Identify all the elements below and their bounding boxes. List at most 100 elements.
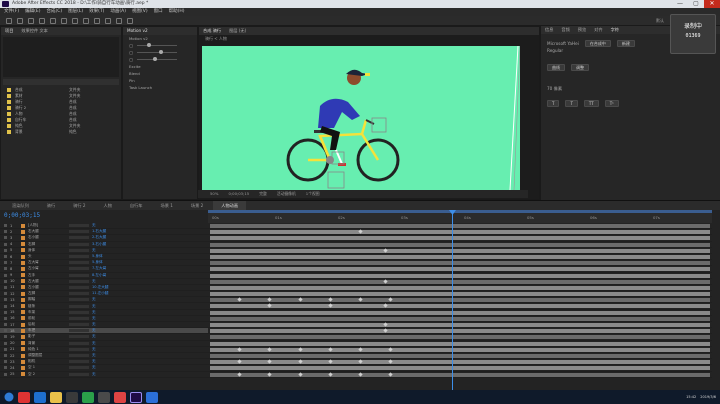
project-search-input[interactable] — [3, 79, 119, 85]
layer-switches[interactable] — [69, 329, 89, 333]
visibility-eye-icon[interactable] — [4, 267, 7, 271]
layer-switches[interactable] — [69, 335, 89, 339]
visibility-eye-icon[interactable] — [4, 242, 7, 246]
layer-label-swatch[interactable] — [21, 285, 25, 290]
fx-slider-3[interactable]: ◯ — [123, 56, 197, 63]
visibility-eye-icon[interactable] — [4, 335, 7, 339]
layer-parent-dropdown[interactable]: 8.左小臂 — [92, 273, 116, 278]
layer-duration-bar[interactable] — [210, 347, 710, 352]
fx-row-task-launch[interactable]: Task Launch — [123, 84, 197, 91]
timeline-tab[interactable]: 骑行 2 — [65, 201, 93, 210]
layer-duration-bar[interactable] — [210, 366, 710, 371]
layer-duration-bar[interactable] — [210, 273, 710, 278]
layer-name[interactable]: 空 2 — [28, 372, 66, 377]
layer-label-swatch[interactable] — [21, 229, 25, 234]
layer-parent-dropdown[interactable]: 无 — [92, 279, 116, 284]
layer-name[interactable]: 链条 — [28, 304, 66, 309]
layer-name[interactable]: 左小腿 — [28, 285, 66, 290]
layer-label-swatch[interactable] — [21, 341, 25, 346]
layer-switches[interactable] — [69, 224, 89, 228]
visibility-eye-icon[interactable] — [4, 341, 7, 345]
fx-row-excite[interactable]: Excite — [123, 63, 197, 70]
layer-parent-dropdown[interactable]: 无 — [92, 223, 116, 228]
zoom-dropdown[interactable]: 50% — [210, 190, 218, 198]
layer-switches[interactable] — [69, 354, 89, 358]
layer-name[interactable]: 左大臂 — [28, 260, 66, 265]
photoshop-icon[interactable] — [146, 391, 158, 403]
layer-switches[interactable] — [69, 360, 89, 364]
bold-button[interactable]: T — [547, 100, 560, 107]
tab-audio[interactable]: 音频 — [561, 26, 569, 34]
layer-name[interactable]: 左脚 — [28, 291, 66, 296]
layer-label-swatch[interactable] — [21, 316, 25, 321]
layer-duration-bar[interactable] — [210, 316, 710, 321]
layer-label-swatch[interactable] — [21, 297, 25, 302]
tab-align[interactable]: 对齐 — [594, 26, 602, 34]
layer-label-swatch[interactable] — [21, 291, 25, 296]
layer-label-swatch[interactable] — [21, 279, 25, 284]
fx-row-blend[interactable]: Blend — [123, 70, 197, 77]
layer-switches[interactable] — [69, 372, 89, 376]
comp-breadcrumb[interactable]: 骑行 < 人物 — [199, 35, 539, 43]
layer-duration-bar[interactable] — [210, 279, 710, 284]
layer-switches[interactable] — [69, 366, 89, 370]
layer-duration-bar[interactable] — [210, 353, 710, 358]
layer-parent-dropdown[interactable]: 无 — [92, 304, 116, 309]
shape-tool-icon[interactable] — [83, 17, 89, 24]
tray-date[interactable]: 2019/3/6 — [700, 395, 716, 399]
layer-label-swatch[interactable] — [21, 248, 25, 253]
layer-duration-bar[interactable] — [210, 372, 710, 377]
in-comp-button[interactable]: 在合成中 — [584, 40, 611, 47]
media-icon[interactable] — [66, 391, 78, 403]
views-dropdown[interactable]: 1个视图 — [306, 190, 320, 198]
layer-label-swatch[interactable] — [21, 260, 25, 265]
tab-character[interactable]: 字符 — [611, 26, 619, 34]
layer-duration-bar[interactable] — [210, 224, 710, 228]
layer-switches[interactable] — [69, 304, 89, 308]
fx-row-pin[interactable]: Pin — [123, 77, 197, 84]
visibility-eye-icon[interactable] — [4, 304, 7, 308]
layer-name[interactable]: 左小臂 — [28, 266, 66, 271]
visibility-eye-icon[interactable] — [4, 366, 7, 370]
menu-view[interactable]: 视图(V) — [132, 8, 148, 16]
layer-switches[interactable] — [69, 347, 89, 351]
layer-switches[interactable] — [69, 298, 89, 302]
visibility-eye-icon[interactable] — [4, 354, 7, 358]
layer-switches[interactable] — [69, 273, 89, 277]
current-time-indicator[interactable] — [452, 210, 453, 390]
superscript-button[interactable]: T¹ — [604, 100, 619, 107]
layer-label-swatch[interactable] — [21, 365, 25, 370]
visibility-eye-icon[interactable] — [4, 347, 7, 351]
layer-row[interactable]: 25 空 2 无 — [0, 372, 208, 378]
font-family-dropdown[interactable]: Microsoft YaHei — [547, 40, 579, 47]
comp-timecode[interactable]: 0;00;03;15 — [228, 190, 249, 198]
windows-start-icon[interactable] — [4, 392, 14, 402]
layer-duration-bar[interactable] — [210, 285, 710, 290]
home-tool-icon[interactable] — [6, 17, 12, 24]
timeline-tab[interactable]: 场景 2 — [183, 201, 211, 210]
layer-name[interactable]: 后轮 — [28, 322, 66, 327]
visibility-eye-icon[interactable] — [4, 248, 7, 252]
menu-effect[interactable]: 效果(T) — [89, 8, 104, 16]
layer-label-swatch[interactable] — [21, 328, 25, 333]
layer-duration-bar[interactable] — [210, 267, 710, 272]
tab-composition[interactable]: 合成 骑行 — [203, 27, 221, 35]
layer-switches[interactable] — [69, 323, 89, 327]
layer-label-swatch[interactable] — [21, 322, 25, 327]
time-ruler[interactable]: 00s 01s 02s 03s 04s 05s 06s 07s — [208, 213, 712, 223]
puppet-tool-icon[interactable] — [127, 17, 133, 24]
visibility-eye-icon[interactable] — [4, 372, 7, 376]
layer-name[interactable]: 头 — [28, 254, 66, 259]
layer-parent-dropdown[interactable]: 无 — [92, 316, 116, 321]
menu-window[interactable]: 窗口 — [154, 8, 163, 16]
layer-label-swatch[interactable] — [21, 359, 25, 364]
layer-label-swatch[interactable] — [21, 334, 25, 339]
layer-duration-bar[interactable] — [210, 242, 710, 247]
tab-project[interactable]: 项目 — [5, 27, 13, 35]
layer-label-swatch[interactable] — [21, 310, 25, 315]
layer-switches[interactable] — [69, 267, 89, 271]
app-icon[interactable] — [98, 391, 110, 403]
layer-duration-bar[interactable] — [210, 236, 710, 241]
wechat-icon[interactable] — [82, 391, 94, 403]
resolution-dropdown[interactable]: 完整 — [259, 190, 267, 198]
